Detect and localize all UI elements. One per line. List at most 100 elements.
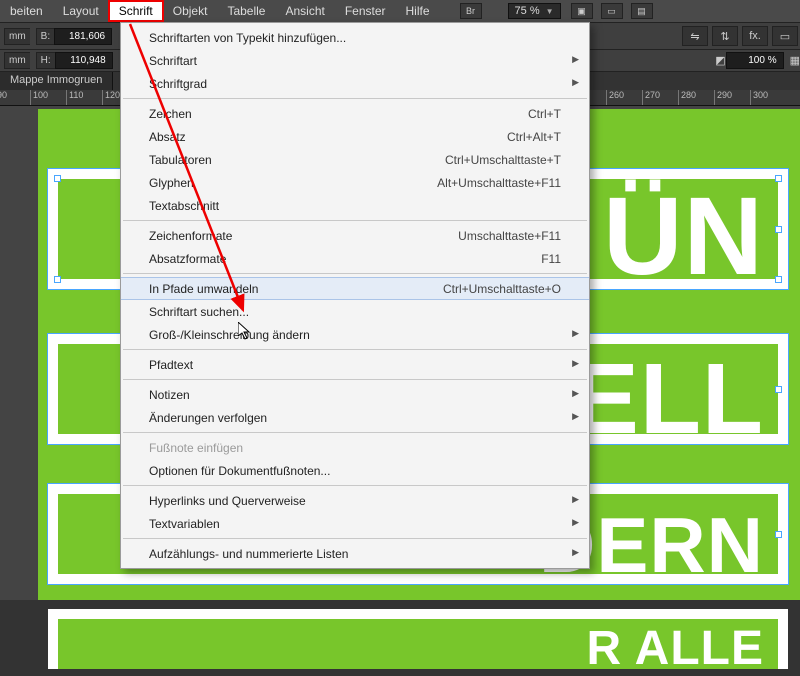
- menu-item-fu-note-einf-gen: Fußnote einfügen: [121, 436, 589, 459]
- menu-item-label: Pfadtext: [149, 358, 561, 372]
- menu-separator: [123, 432, 587, 433]
- menu-item-ansicht[interactable]: Ansicht: [275, 1, 334, 21]
- menu-item-label: Absatz: [149, 130, 487, 144]
- menu-item-tabelle[interactable]: Tabelle: [217, 1, 275, 21]
- view-mode-icon[interactable]: ▣: [571, 3, 593, 19]
- misc-icon[interactable]: ▦: [790, 54, 800, 67]
- menu-item-label: Schriftgrad: [149, 77, 561, 91]
- menu-item-textvariablen[interactable]: Textvariablen: [121, 512, 589, 535]
- menu-item-glyphen[interactable]: Glyphen Alt+Umschalttaste+F11: [121, 171, 589, 194]
- chevron-down-icon: ▼: [546, 7, 554, 16]
- menu-item-objekt[interactable]: Objekt: [163, 1, 218, 21]
- menu-item-shortcut: Ctrl+Umschalttaste+O: [443, 282, 561, 296]
- menu-separator: [123, 220, 587, 221]
- effects-button[interactable]: fx.: [742, 26, 768, 46]
- menu-item-schriftgrad[interactable]: Schriftgrad: [121, 72, 589, 95]
- width-field[interactable]: B:181,606: [36, 28, 112, 45]
- document-tab[interactable]: Mappe Immogruen: [0, 72, 113, 90]
- flip-v-icon[interactable]: ⇅: [712, 26, 738, 46]
- menu-item-label: Schriftarten von Typekit hinzufügen...: [149, 31, 561, 45]
- stroke-icon[interactable]: ▭: [772, 26, 798, 46]
- menu-item-label: Glyphen: [149, 176, 417, 190]
- menu-item-in-pfade-umwandeln[interactable]: In Pfade umwandelnCtrl+Umschalttaste+O: [121, 277, 589, 300]
- menu-item-optionen-f-r-dokumentfu-noten[interactable]: Optionen für Dokumentfußnoten...: [121, 459, 589, 482]
- handle-sw[interactable]: [54, 276, 61, 283]
- menu-item-absatzformate[interactable]: Absatzformate F11: [121, 247, 589, 270]
- menu-item-pfadtext[interactable]: Pfadtext: [121, 353, 589, 376]
- ruler-tick: 100: [30, 90, 48, 106]
- zoom-level[interactable]: 75 % ▼: [508, 3, 561, 19]
- menu-item-label: Absatzformate: [149, 252, 521, 266]
- menu-item-textabschnitt[interactable]: Textabschnitt: [121, 194, 589, 217]
- menu-item-schriftart-suchen[interactable]: Schriftart suchen...: [121, 300, 589, 323]
- text-frame-4[interactable]: R ALLE: [48, 609, 788, 669]
- menu-item-label: Schriftart suchen...: [149, 305, 561, 319]
- arrange-icon[interactable]: ▤: [631, 3, 653, 19]
- menu-item-label: Aufzählungs- und nummerierte Listen: [149, 547, 561, 561]
- menu-separator: [123, 379, 587, 380]
- screen-mode-icon[interactable]: ▭: [601, 3, 623, 19]
- ruler-tick: 270: [642, 90, 660, 106]
- menu-item-schriftart[interactable]: Schriftart: [121, 49, 589, 72]
- menu-item-label: Notizen: [149, 388, 561, 402]
- handle-nw[interactable]: [54, 175, 61, 182]
- menu-item-hyperlinks-und-querverweise[interactable]: Hyperlinks und Querverweise: [121, 489, 589, 512]
- opacity-field[interactable]: 100 %: [726, 52, 784, 69]
- schrift-menu-dropdown: Schriftarten von Typekit hinzufügen... Sc…: [120, 22, 590, 569]
- menu-item-zeichen[interactable]: ZeichenCtrl+T: [121, 102, 589, 125]
- menu-separator: [123, 538, 587, 539]
- menu-item-schrift[interactable]: Schrift: [109, 1, 163, 21]
- menu-item-label: Textabschnitt: [149, 199, 561, 213]
- menu-item-zeichenformate[interactable]: Zeichenformate Umschalttaste+F11: [121, 224, 589, 247]
- menu-item-label: Zeichenformate: [149, 229, 438, 243]
- height-field[interactable]: H:110,948: [36, 52, 113, 69]
- menu-item-shortcut: F11: [541, 252, 561, 266]
- menu-item-bearbeiten[interactable]: beiten: [0, 1, 53, 21]
- handle-se[interactable]: [775, 276, 782, 283]
- menu-item-label: Schriftart: [149, 54, 561, 68]
- unit-label: mm: [4, 28, 30, 45]
- ruler-tick: 260: [606, 90, 624, 106]
- ruler-tick: 90: [0, 90, 7, 106]
- ruler-tick: 120: [102, 90, 120, 106]
- menu-item-label: Fußnote einfügen: [149, 441, 561, 455]
- menu-separator: [123, 349, 587, 350]
- unit-label-2: mm: [4, 52, 30, 69]
- handle-e[interactable]: [775, 226, 782, 233]
- menu-item-schriftarten-von-typekit-hinzuf-gen[interactable]: Schriftarten von Typekit hinzufügen...: [121, 26, 589, 49]
- menu-item-label: Änderungen verfolgen: [149, 411, 561, 425]
- menu-item-label: Tabulatoren: [149, 153, 425, 167]
- menu-item-shortcut: Umschalttaste+F11: [458, 229, 561, 243]
- handle-ne[interactable]: [775, 175, 782, 182]
- menu-separator: [123, 273, 587, 274]
- menu-item-shortcut: Alt+Umschalttaste+F11: [437, 176, 561, 190]
- text-2: ELL: [572, 342, 764, 457]
- text-1: ÜN: [603, 173, 764, 300]
- menu-item-absatz[interactable]: Absatz Ctrl+Alt+T: [121, 125, 589, 148]
- menu-item-aufz-hlungs-und-nummerierte-listen[interactable]: Aufzählungs- und nummerierte Listen: [121, 542, 589, 565]
- menu-item-gro-kleinschreibung-ndern[interactable]: Groß-/Kleinschreibung ändern: [121, 323, 589, 346]
- handle-e[interactable]: [775, 386, 782, 393]
- menu-item-label: Hyperlinks und Querverweise: [149, 494, 561, 508]
- menu-item-notizen[interactable]: Notizen: [121, 383, 589, 406]
- flip-h-icon[interactable]: ⇋: [682, 26, 708, 46]
- menu-item-layout[interactable]: Layout: [53, 1, 109, 21]
- handle-e[interactable]: [775, 531, 782, 538]
- menu-item-label: Groß-/Kleinschreibung ändern: [149, 328, 561, 342]
- menu-separator: [123, 485, 587, 486]
- menu-bar: beiten Layout Schrift Objekt Tabelle Ans…: [0, 0, 800, 22]
- fill-icon[interactable]: ◩: [715, 54, 725, 67]
- ruler-tick: 110: [66, 90, 83, 106]
- menu-item-shortcut: Ctrl+Alt+T: [507, 130, 561, 144]
- menu-separator: [123, 98, 587, 99]
- menu-item-hilfe[interactable]: Hilfe: [396, 1, 440, 21]
- menu-item-fenster[interactable]: Fenster: [335, 1, 396, 21]
- ruler-tick: 280: [678, 90, 696, 106]
- zoom-value: 75 %: [515, 5, 540, 17]
- menu-item-nderungen-verfolgen[interactable]: Änderungen verfolgen: [121, 406, 589, 429]
- menu-item-label: Textvariablen: [149, 517, 561, 531]
- menu-item-tabulatoren[interactable]: TabulatorenCtrl+Umschalttaste+T: [121, 148, 589, 171]
- text-4: R ALLE: [586, 621, 764, 676]
- bridge-icon[interactable]: Br: [460, 3, 482, 19]
- menu-item-shortcut: Ctrl+T: [528, 107, 561, 121]
